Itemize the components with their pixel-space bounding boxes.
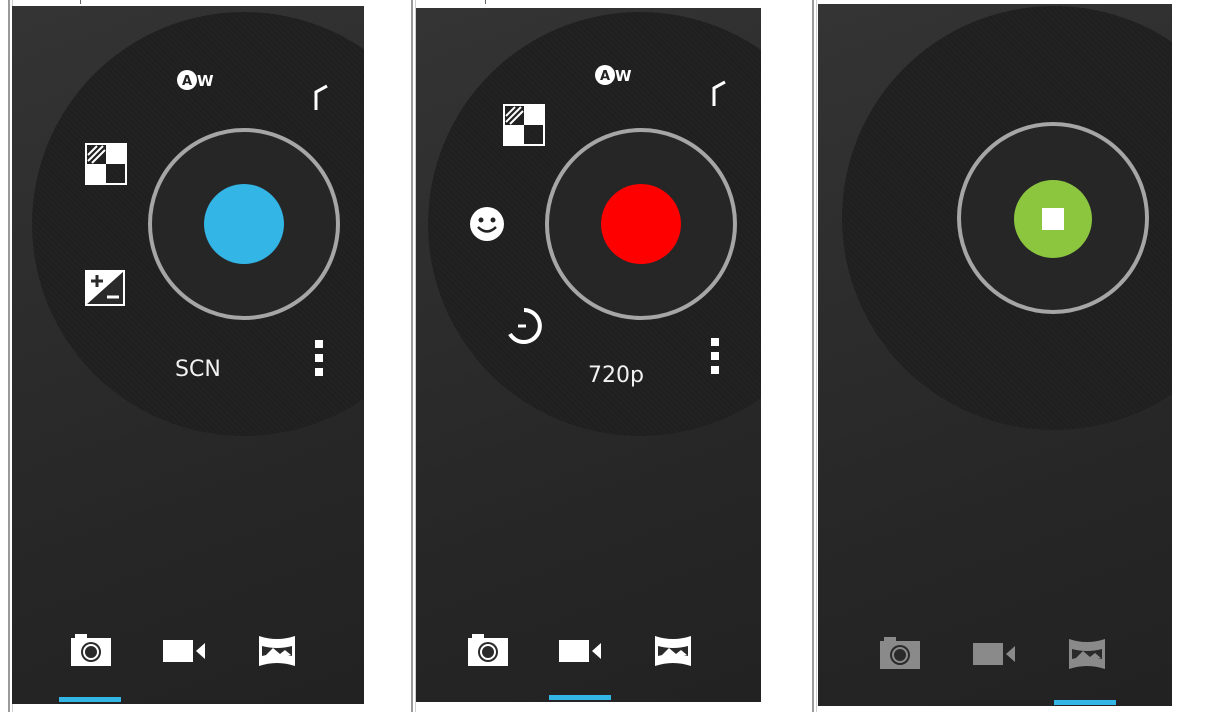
more-menu-icon[interactable]: [710, 338, 720, 374]
stop-square-icon: [1042, 208, 1064, 230]
flash-icon[interactable]: [710, 78, 730, 108]
more-menu-icon[interactable]: [314, 340, 324, 376]
active-tab-indicator: [549, 695, 611, 700]
camera-screen-panorama: [818, 4, 1172, 706]
camera-icon[interactable]: [879, 636, 921, 670]
exposure-icon[interactable]: [85, 143, 127, 185]
face-detection-icon[interactable]: [469, 206, 505, 242]
frame-border: [411, 0, 416, 712]
camera-icon[interactable]: [467, 633, 509, 667]
panorama-icon[interactable]: [258, 635, 296, 667]
divider: [80, 0, 81, 4]
video-icon[interactable]: [972, 642, 1016, 666]
camera-icon[interactable]: [70, 633, 112, 667]
frame-border: [8, 0, 13, 712]
camera-screen-video: A W 720p: [416, 8, 761, 702]
video-icon[interactable]: [162, 639, 206, 663]
timer-icon[interactable]: [504, 306, 544, 346]
svg-text:W: W: [197, 72, 214, 90]
auto-white-balance-icon[interactable]: A W: [594, 62, 638, 90]
camera-screen-photo: A W SCN: [12, 6, 364, 704]
shutter-button[interactable]: [204, 184, 284, 264]
record-button[interactable]: [601, 184, 681, 264]
auto-white-balance-icon[interactable]: A W: [176, 67, 220, 95]
exposure-icon[interactable]: [503, 104, 545, 146]
video-quality-label[interactable]: 720p: [588, 363, 644, 388]
svg-text:W: W: [615, 67, 632, 85]
active-tab-indicator: [1054, 700, 1116, 705]
frame-border: [812, 0, 817, 712]
exposure-compensation-icon[interactable]: [85, 270, 125, 306]
divider: [485, 0, 486, 4]
panorama-icon[interactable]: [1068, 638, 1106, 670]
svg-text:A: A: [600, 69, 610, 84]
svg-text:A: A: [182, 74, 192, 89]
scene-mode-label[interactable]: SCN: [175, 357, 221, 382]
video-icon[interactable]: [558, 639, 602, 663]
active-tab-indicator: [59, 697, 121, 702]
flash-icon[interactable]: [312, 82, 332, 112]
panorama-icon[interactable]: [654, 635, 692, 667]
